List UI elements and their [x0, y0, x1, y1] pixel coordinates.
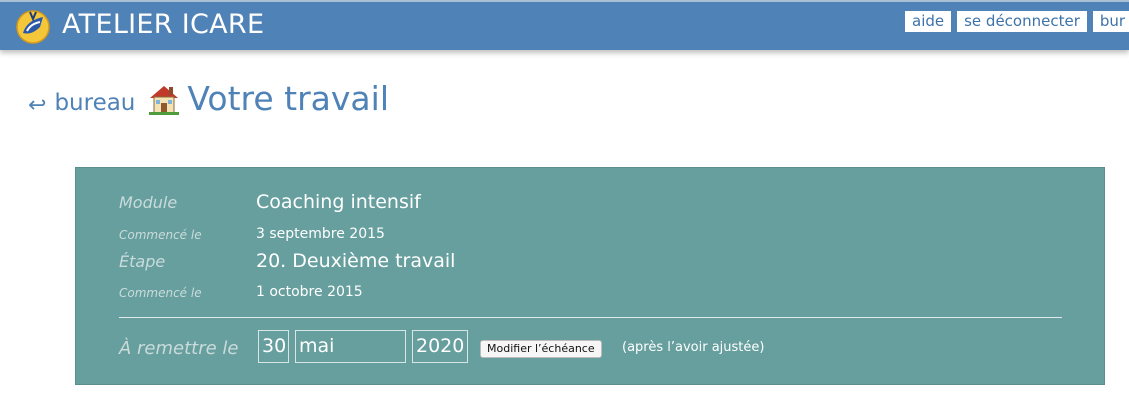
top-nav-links: aide se déconnecter bur	[905, 11, 1129, 32]
bureau-link[interactable]: bur	[1092, 11, 1129, 32]
panel-divider	[119, 317, 1062, 318]
work-info-panel: Module Coaching intensif Commencé le 3 s…	[75, 167, 1105, 385]
step-started-label: Commencé le	[119, 286, 202, 300]
logout-link[interactable]: se déconnecter	[957, 11, 1087, 32]
site-brand-title[interactable]: ATELIER ICARE	[62, 9, 264, 40]
return-arrow-icon[interactable]: ↩	[28, 93, 46, 118]
due-day-field[interactable]: 30	[258, 330, 289, 363]
house-icon	[149, 86, 180, 115]
module-started-label: Commencé le	[119, 228, 202, 242]
due-date-label: À remettre le	[119, 338, 239, 359]
icare-logo-icon[interactable]	[16, 7, 50, 45]
due-month-field[interactable]: mai	[295, 330, 406, 363]
modify-deadline-button[interactable]: Modifier l’échéance	[480, 340, 602, 358]
step-label: Étape	[119, 252, 166, 271]
adjust-note: (après l’avoir ajustée)	[622, 340, 765, 355]
module-started-value: 3 septembre 2015	[256, 226, 385, 242]
page-title: Votre travail	[187, 79, 389, 118]
step-value: 20. Deuxième travail	[256, 250, 456, 272]
module-label: Module	[119, 193, 178, 212]
top-header-bar: ATELIER ICARE aide se déconnecter bur	[0, 0, 1129, 50]
module-value: Coaching intensif	[256, 191, 421, 213]
step-started-value: 1 octobre 2015	[256, 284, 363, 300]
title-row: ↩ bureau Votre travail	[28, 76, 389, 118]
help-link[interactable]: aide	[905, 11, 952, 32]
due-year-field[interactable]: 2020	[412, 330, 468, 363]
back-to-bureau-link[interactable]: bureau	[54, 90, 135, 116]
